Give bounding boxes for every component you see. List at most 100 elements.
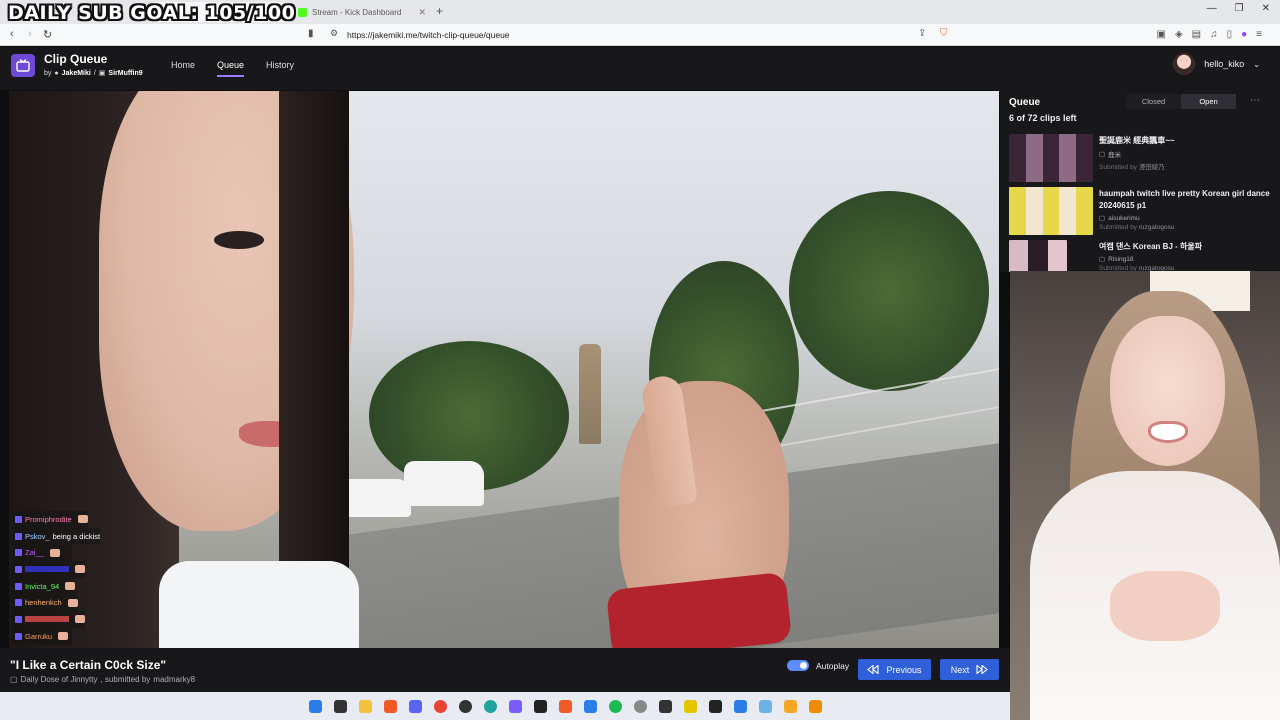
obs-icon[interactable] <box>458 699 472 713</box>
submitted-by-label: Submitted by <box>1099 164 1137 171</box>
window-controls: — ❐ ✕ <box>1207 3 1270 14</box>
next-button[interactable]: Next <box>940 659 999 680</box>
extension-icon[interactable]: ▤ <box>1192 29 1201 40</box>
emote-icon <box>49 548 60 557</box>
emote-icon <box>75 565 85 574</box>
chat-badge-icon <box>15 599 22 607</box>
queue-open-option[interactable]: Open <box>1181 94 1236 109</box>
taskbar <box>0 692 1010 720</box>
profile-icon[interactable]: ● <box>1241 29 1247 40</box>
queue-item-title: 聖誕鹿米 經典飄車~~ <box>1099 136 1175 145</box>
windows-start-icon[interactable] <box>308 699 322 713</box>
task-view-icon[interactable] <box>333 699 347 713</box>
video-scene <box>159 561 359 648</box>
previous-button[interactable]: Previous <box>858 659 931 680</box>
author-link[interactable]: SirMuffin9 <box>108 70 142 77</box>
queue-item-channel: Rising18 <box>1108 255 1134 263</box>
chat-line: Pskov_ being a dickist <box>12 527 101 545</box>
clip-info-bar: "I Like a Certain C0ck Size" ▢ Daily Dos… <box>0 648 1010 692</box>
file-explorer-icon[interactable] <box>358 699 372 713</box>
thumbnail-frame <box>1076 187 1093 235</box>
chat-line: Promiphrodite <box>12 511 88 528</box>
site-settings-icon[interactable]: ⚙ <box>330 28 338 39</box>
queue-panel: Queue Closed Open ⋯ 6 of 72 clips left 聖… <box>1000 90 1280 272</box>
bookmark-icon[interactable]: ▮ <box>308 28 314 39</box>
chat-username: Invicta_94 <box>25 581 60 591</box>
nav-home[interactable]: Home <box>171 60 195 77</box>
extension-icon[interactable]: ◈ <box>1175 29 1183 40</box>
video-player[interactable] <box>9 91 999 648</box>
author-link[interactable]: JakeMiki <box>62 70 91 77</box>
back-icon[interactable]: ‹ <box>10 28 14 40</box>
menu-icon[interactable]: ≡ <box>1256 29 1262 40</box>
video-scene <box>404 461 484 506</box>
close-window-icon[interactable]: ✕ <box>1262 3 1270 14</box>
app-icon[interactable] <box>633 699 647 713</box>
thumbnail-frame <box>1042 187 1060 235</box>
github-icon: ● <box>54 69 59 77</box>
thumbnail-frame <box>1076 134 1093 182</box>
chat-badge-icon <box>15 582 22 590</box>
spotify-icon[interactable] <box>608 699 622 713</box>
queue-closed-option[interactable]: Closed <box>1126 94 1181 109</box>
webcam-scene <box>1110 316 1225 466</box>
clip-title: "I Like a Certain C0ck Size" <box>10 658 167 672</box>
terminal-icon[interactable] <box>658 699 672 713</box>
chat-badge-icon <box>15 515 22 523</box>
maximize-icon[interactable]: ❐ <box>1235 3 1244 14</box>
app-logo-icon[interactable] <box>11 54 35 77</box>
username: hello_kiko <box>1204 59 1245 69</box>
emote-icon <box>75 615 85 624</box>
edge-icon[interactable] <box>483 699 497 713</box>
avatar <box>1173 53 1196 75</box>
forward-icon[interactable]: › <box>28 28 32 40</box>
share-icon[interactable]: ⇪ <box>918 28 926 39</box>
app-icon[interactable] <box>533 699 547 713</box>
chat-username: Garruku <box>25 631 53 641</box>
chat-username: Zai__ <box>25 548 44 558</box>
app-title: Clip Queue <box>44 52 108 66</box>
sub-goal-overlay: DAILY SUB GOAL: 105/100 <box>8 2 296 24</box>
clip-channel[interactable]: Daily Dose of Jinnytty <box>21 675 98 684</box>
app-icon[interactable] <box>583 699 597 713</box>
vlc-icon[interactable] <box>808 699 822 713</box>
brave-browser-icon[interactable] <box>558 699 572 713</box>
app-icon[interactable] <box>683 699 697 713</box>
app-icon[interactable] <box>758 699 772 713</box>
clip-submitter: madmarky8 <box>153 675 196 684</box>
browser-tab-kick[interactable]: Stream - Kick Dashboard ✕ <box>292 2 432 22</box>
queue-item[interactable]: 聖誕鹿米 經典飄車~~ ▢ 鹿米 Submitted by 澄田綾乃 <box>1009 134 1271 182</box>
brave-browser-icon[interactable] <box>383 699 397 713</box>
channel-icon: ▢ <box>1099 151 1106 158</box>
twitch-icon: ▣ <box>98 70 106 77</box>
queue-item-channel: aisukerimu <box>1108 214 1140 222</box>
app-icon[interactable] <box>783 699 797 713</box>
reload-icon[interactable]: ↻ <box>43 28 52 41</box>
queue-status-toggle: Closed Open <box>1126 94 1236 109</box>
close-tab-icon[interactable]: ✕ <box>418 7 426 18</box>
chrome-icon[interactable] <box>433 699 447 713</box>
webcam-scene <box>1148 421 1188 443</box>
sidebar-icon[interactable]: ▯ <box>1227 29 1233 40</box>
user-menu[interactable]: hello_kiko ⌄ <box>1173 53 1260 75</box>
music-icon[interactable]: ♫ <box>1210 29 1218 40</box>
thumbnail-frame <box>1059 134 1077 182</box>
url-field[interactable]: https://jakemiki.me/twitch-clip-queue/qu… <box>347 30 510 40</box>
nav-queue[interactable]: Queue <box>217 60 245 77</box>
nav-history[interactable]: History <box>266 60 294 77</box>
discord-icon[interactable] <box>408 699 422 713</box>
address-bar: ‹ › ↻ ▮ ⚙ https://jakemiki.me/twitch-cli… <box>0 24 1280 46</box>
by-label: by <box>44 69 52 77</box>
new-tab-icon[interactable]: + <box>436 4 443 18</box>
app-icon[interactable] <box>733 699 747 713</box>
emote-icon <box>65 582 76 591</box>
queue-item[interactable]: 여캠 댄스 Korean BJ - 하울파 ▢ Rising18 Submitte… <box>1009 240 1271 272</box>
brave-shield-icon[interactable]: ⛉ <box>940 28 948 39</box>
minimize-icon[interactable]: — <box>1207 3 1217 14</box>
terminal-icon[interactable] <box>708 699 722 713</box>
queue-item[interactable]: haumpah twitch live pretty Korean girl d… <box>1009 187 1271 235</box>
extension-icon[interactable]: ▣ <box>1156 29 1165 40</box>
autoplay-toggle[interactable] <box>787 660 809 671</box>
app-icon[interactable] <box>508 699 522 713</box>
more-options-icon[interactable]: ⋯ <box>1250 95 1260 106</box>
